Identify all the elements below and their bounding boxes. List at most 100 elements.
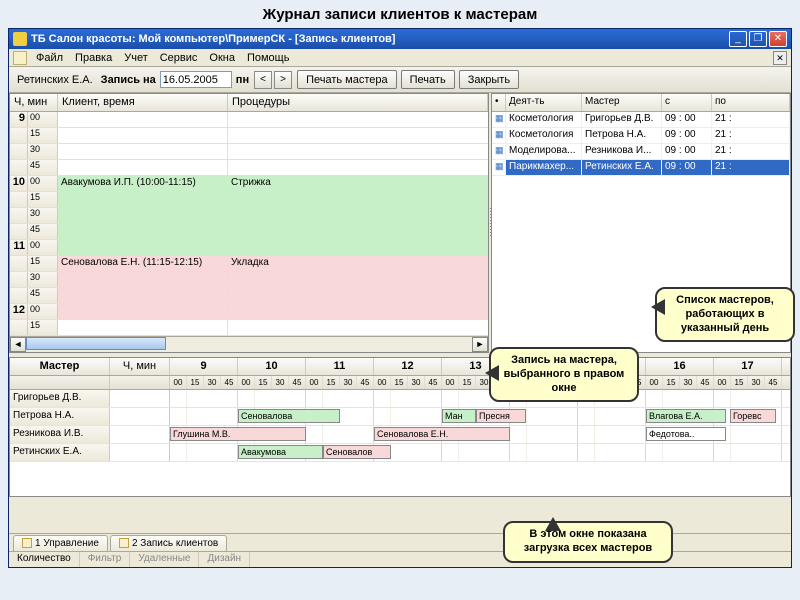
schedule-row[interactable]: 1200: [10, 304, 488, 320]
slide-title: Журнал записи клиентов к мастерам: [0, 0, 800, 27]
quarter-header: 15: [391, 376, 408, 389]
appointment-block[interactable]: Федотова..: [646, 427, 726, 441]
schedule-row[interactable]: 30: [10, 208, 488, 224]
schedule-row[interactable]: 900: [10, 112, 488, 128]
appointment-block[interactable]: Сеновалов: [323, 445, 391, 459]
quarter-header: 15: [255, 376, 272, 389]
quarter-header: 15: [731, 376, 748, 389]
hour-header: 12: [374, 358, 442, 375]
col-activity[interactable]: Деят-ть: [506, 94, 582, 111]
scroll-thumb[interactable]: [26, 337, 166, 350]
quarter-header: 00: [306, 376, 323, 389]
tab-management[interactable]: 1 Управление: [13, 535, 108, 551]
current-master-label: Ретинских Е.А.: [17, 74, 93, 86]
schedule-row[interactable]: 15Сеновалова Е.Н. (11:15-12:15)Укладка: [10, 256, 488, 272]
col-time[interactable]: Ч, мин: [10, 94, 58, 111]
masters-row[interactable]: Парикмахер...Ретинских Е.А.09 : 0021 :: [492, 160, 790, 176]
col-procedures[interactable]: Процедуры: [228, 94, 488, 111]
toolbar: Ретинских Е.А. Запись на пн < > Печать м…: [9, 67, 791, 93]
titlebar: ТБ Салон красоты: Мой компьютер\ПримерСК…: [9, 29, 791, 49]
date-input[interactable]: [160, 71, 232, 88]
minimize-button[interactable]: _: [729, 31, 747, 47]
quarter-header: 30: [272, 376, 289, 389]
window-title: ТБ Салон красоты: Мой компьютер\ПримерСК…: [31, 33, 727, 45]
workload-row[interactable]: Ретинских Е.А.АвакумоваСеновалов: [10, 444, 790, 462]
tab-label: 2 Запись клиентов: [132, 538, 218, 549]
quarter-header: 30: [340, 376, 357, 389]
appointment-block[interactable]: Пресня: [476, 409, 526, 423]
masters-row[interactable]: КосметологияПетрова Н.А.09 : 0021 :: [492, 128, 790, 144]
col-master-label: Мастер: [10, 358, 110, 375]
status-count[interactable]: Количество: [9, 552, 80, 567]
menu-windows[interactable]: Окна: [209, 52, 235, 64]
schedule-row[interactable]: 15: [10, 192, 488, 208]
masters-body[interactable]: КосметологияГригорьев Д.В.09 : 0021 :Кос…: [492, 112, 790, 176]
schedule-row[interactable]: 30: [10, 144, 488, 160]
maximize-button[interactable]: ❐: [749, 31, 767, 47]
print-master-button[interactable]: Печать мастера: [297, 70, 397, 89]
scroll-track[interactable]: [26, 337, 472, 352]
schedule-row[interactable]: 45: [10, 160, 488, 176]
callout-masters-list: Список мастеров, работающих в указанный …: [655, 287, 795, 342]
appointment-block[interactable]: Сеновалова Е.Н.: [374, 427, 510, 441]
status-filter[interactable]: Фильтр: [80, 552, 131, 567]
hour-header: 10: [238, 358, 306, 375]
menu-help[interactable]: Помощь: [247, 52, 290, 64]
quarters-row: 0015304500153045001530450015304500153045…: [170, 376, 782, 389]
workload-header-quarters: 0015304500153045001530450015304500153045…: [10, 376, 790, 390]
appointment-block[interactable]: Глушина М.В.: [170, 427, 306, 441]
schedule-hscroll[interactable]: ◄ ►: [10, 336, 488, 352]
appointment-block[interactable]: Сеновалова: [238, 409, 340, 423]
menu-account[interactable]: Учет: [124, 52, 148, 64]
schedule-row[interactable]: 45: [10, 224, 488, 240]
workload-row[interactable]: Резникова И.В.Глушина М.В.Сеновалова Е.Н…: [10, 426, 790, 444]
prev-day-button[interactable]: <: [254, 71, 272, 89]
quarter-header: 30: [204, 376, 221, 389]
masters-row[interactable]: Моделирова...Резникова И...09 : 0021 :: [492, 144, 790, 160]
schedule-row[interactable]: 1100: [10, 240, 488, 256]
menu-service[interactable]: Сервис: [160, 52, 198, 64]
quarter-header: 45: [289, 376, 306, 389]
appointment-block[interactable]: Влагова Е.А.: [646, 409, 726, 423]
masters-header: • Деят-ть Мастер с по: [492, 94, 790, 112]
quarter-header: 00: [238, 376, 255, 389]
hours-row: 91011121314151617: [170, 358, 782, 375]
col-to[interactable]: по: [712, 94, 790, 111]
close-button[interactable]: ✕: [769, 31, 787, 47]
menu-edit[interactable]: Правка: [75, 52, 112, 64]
workload-row[interactable]: Григорьев Д.В.: [10, 390, 790, 408]
schedule-body[interactable]: 9001530451000Авакумова И.П. (10:00-11:15…: [10, 112, 488, 336]
appointment-block[interactable]: Горевс: [730, 409, 776, 423]
scroll-right-icon[interactable]: ►: [472, 337, 488, 352]
schedule-row[interactable]: 45: [10, 288, 488, 304]
hour-header: 9: [170, 358, 238, 375]
close-panel-button[interactable]: Закрыть: [459, 70, 519, 89]
col-client[interactable]: Клиент, время: [58, 94, 228, 111]
schedule-row[interactable]: 15: [10, 128, 488, 144]
tab-appointments[interactable]: 2 Запись клиентов: [110, 535, 227, 551]
masters-row[interactable]: КосметологияГригорьев Д.В.09 : 0021 :: [492, 112, 790, 128]
tab-label: 1 Управление: [35, 538, 99, 549]
master-name-cell: Григорьев Д.В.: [10, 390, 110, 407]
status-design[interactable]: Дизайн: [199, 552, 250, 567]
statusbar: Количество Фильтр Удаленные Дизайн: [9, 551, 791, 567]
scroll-left-icon[interactable]: ◄: [10, 337, 26, 352]
workload-body[interactable]: Григорьев Д.В.Петрова Н.А.СеноваловаМанП…: [10, 390, 790, 462]
bottom-tabs: 1 Управление 2 Запись клиентов: [9, 533, 791, 551]
next-day-button[interactable]: >: [274, 71, 292, 89]
appointment-block[interactable]: Авакумова: [238, 445, 323, 459]
print-button[interactable]: Печать: [401, 70, 455, 89]
status-deleted[interactable]: Удаленные: [130, 552, 199, 567]
quarter-header: 30: [748, 376, 765, 389]
appointment-block[interactable]: Ман: [442, 409, 476, 423]
workload-row[interactable]: Петрова Н.А.СеноваловаМанПресняВлагова Е…: [10, 408, 790, 426]
col-master[interactable]: Мастер: [582, 94, 662, 111]
schedule-row[interactable]: 1000Авакумова И.П. (10:00-11:15)Стрижка: [10, 176, 488, 192]
quarter-header: 00: [646, 376, 663, 389]
menu-file[interactable]: Файл: [36, 52, 63, 64]
mdi-close-button[interactable]: ✕: [773, 51, 787, 65]
schedule-row[interactable]: 30: [10, 272, 488, 288]
col-from[interactable]: с: [662, 94, 712, 111]
quarter-header: 45: [425, 376, 442, 389]
schedule-row[interactable]: 15: [10, 320, 488, 336]
